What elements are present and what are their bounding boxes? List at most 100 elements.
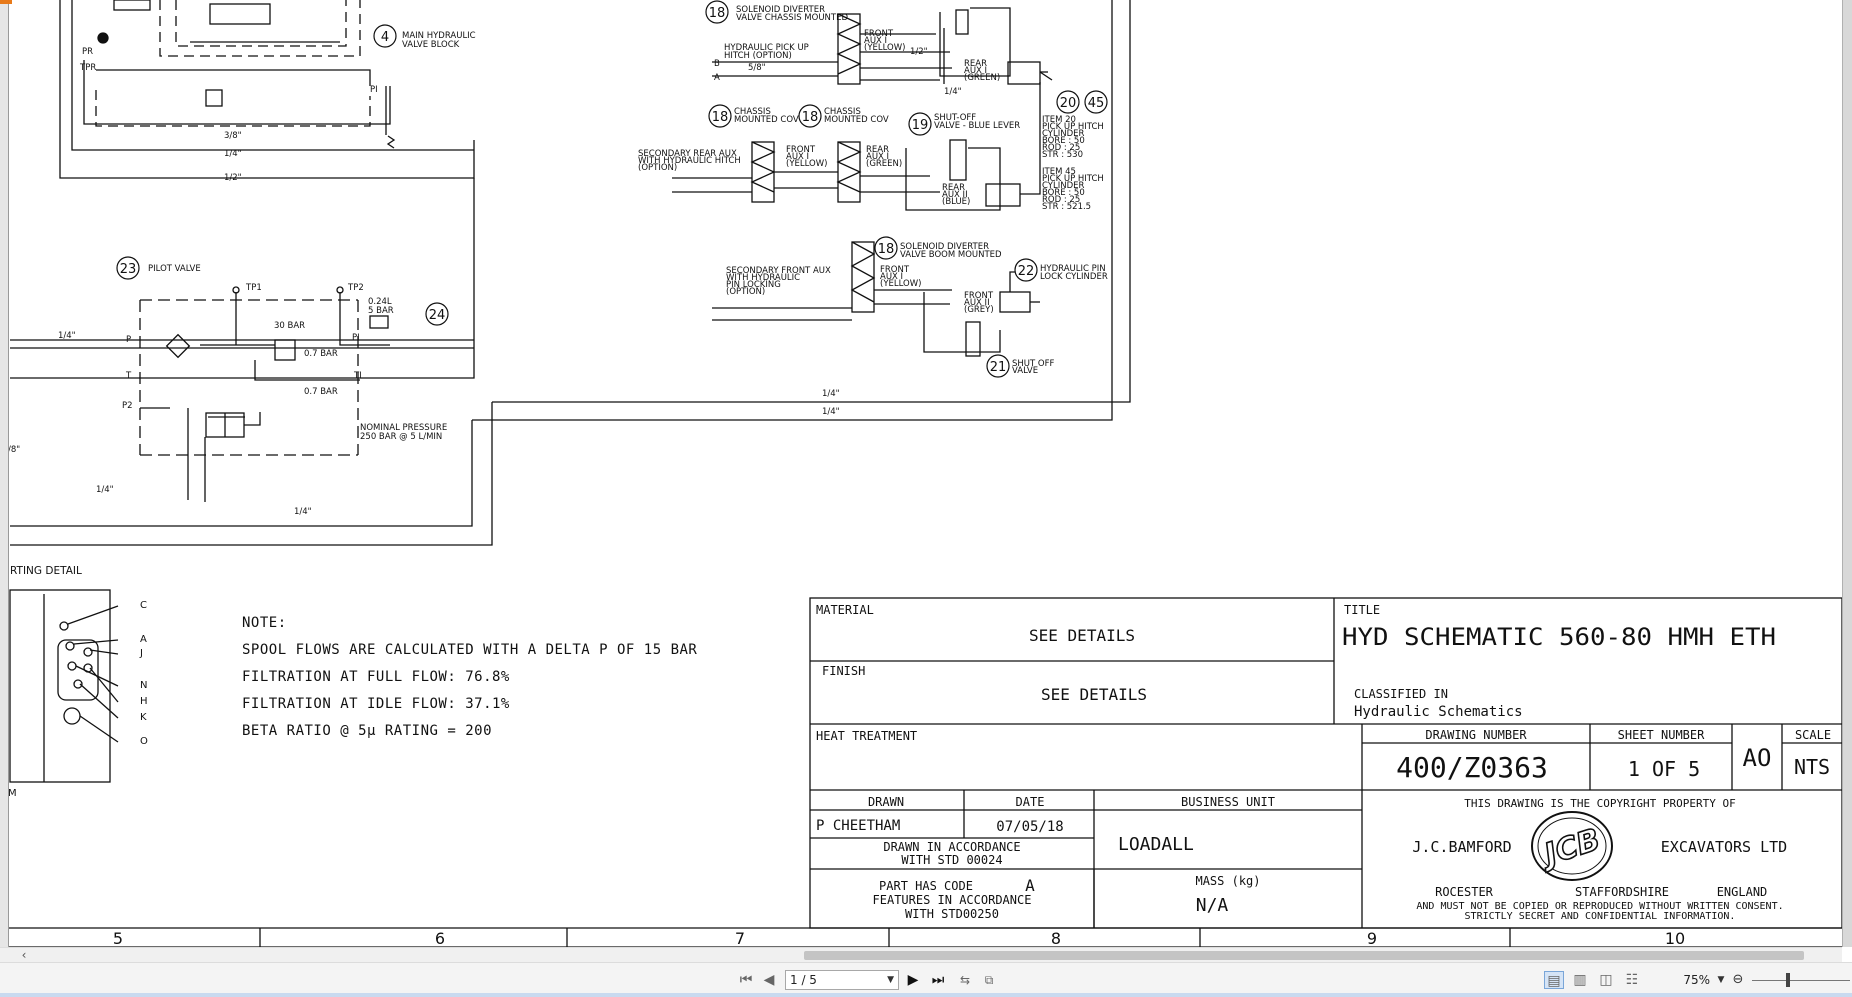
continuous-view-icon[interactable]: ▥ (1570, 971, 1590, 989)
label-accumulator-2: 5 BAR (368, 306, 394, 316)
prev-page-icon[interactable]: ◀ (760, 971, 778, 989)
label-shutoff2-2: VALVE (1012, 366, 1038, 376)
label-p2: P2 (122, 401, 133, 411)
label-hyd-pickup-2: HITCH (OPTION) (724, 51, 792, 61)
zoom-slider[interactable] (1752, 980, 1850, 981)
tb-part-code-3: WITH STD00250 (905, 907, 999, 921)
zoom-slider-handle[interactable] (1786, 973, 1790, 987)
label-bar-07a: 0.7 BAR (304, 349, 338, 359)
tb-loc-3: ENGLAND (1717, 885, 1768, 899)
label-main-valve-block-num: 4 (381, 30, 389, 45)
tb-mass-value: N/A (1196, 895, 1229, 916)
tb-loc-2: STAFFORDSHIRE (1575, 885, 1669, 899)
label-size-38: 3/8" (224, 131, 242, 141)
jcb-logo: JCB (1531, 811, 1613, 881)
label-main-valve-block-2: VALVE BLOCK (402, 40, 460, 50)
label-s58: 5/8" (748, 63, 766, 73)
label-chassis-cov-b-2: MOUNTED COV (824, 115, 889, 125)
label-t: T (125, 371, 132, 381)
drawing-canvas[interactable]: 4 23 24 18 20 45 18 18 19 18 22 21 MAIN … (0, 0, 1852, 947)
left-panel-edge (0, 0, 9, 947)
tb-part-code-2: FEATURES IN ACCORDANCE (873, 893, 1032, 907)
tb-date-value: 07/05/18 (996, 819, 1063, 835)
horizontal-scroll-thumb[interactable] (804, 951, 1804, 960)
label-p: P (126, 335, 131, 345)
rotate-page-icon[interactable]: ⇆ (956, 971, 974, 989)
svg-text:JCB: JCB (1536, 822, 1605, 874)
label-accumulator-num: 24 (429, 308, 446, 323)
zoom-out-icon[interactable]: ⊖ (1730, 971, 1746, 989)
tb-heat-label: HEAT TREATMENT (816, 729, 917, 743)
two-page-view-icon[interactable]: ◫ (1596, 971, 1616, 989)
tb-company-left: J.C.BAMFORD (1412, 838, 1511, 856)
label-div-chassis-2: VALVE CHASSIS MOUNTED (736, 13, 848, 23)
label-size-38b: /8" (8, 445, 20, 455)
label-pilot-valve-num: 23 (120, 262, 137, 277)
label-s12b: 1/2" (910, 47, 928, 57)
two-page-continuous-icon[interactable]: ☷ (1622, 971, 1642, 989)
label-ti: TI (353, 371, 362, 381)
label-s14: 1/4" (944, 87, 962, 97)
label-pin-lock-num: 22 (1018, 264, 1035, 279)
label-size-14a: 1/4" (224, 149, 242, 159)
zoom-dropdown-chevron-icon[interactable]: ▼ (1716, 971, 1726, 989)
zone-number-9: 9 (1367, 929, 1377, 947)
last-page-icon[interactable]: ⏭ (928, 971, 948, 989)
label-div-chassis-num: 18 (709, 6, 726, 21)
label-tp1: TP1 (245, 283, 262, 293)
next-page-icon[interactable]: ▶ (904, 971, 922, 989)
label-port-b: B (714, 59, 720, 69)
label-item45-6: STR : 521.5 (1042, 202, 1091, 212)
label-tp2: TP2 (347, 283, 364, 293)
tb-scale-label: SCALE (1795, 728, 1831, 742)
horizontal-scrollbar[interactable]: ‹ (0, 947, 1842, 962)
zoom-level[interactable]: 75% (1662, 971, 1710, 989)
tb-business-value: LOADALL (1118, 834, 1194, 855)
label-pilot-valve: PILOT VALVE (148, 264, 201, 274)
label-pin-lock-2: LOCK CYLINDER (1040, 272, 1108, 282)
label-secondary-front-4: (OPTION) (726, 287, 765, 297)
label-front-aux-grey-3: (GREY) (964, 305, 994, 315)
page-number-input[interactable]: 1 / 5 ▼ (785, 970, 899, 990)
scroll-left-arrow-icon[interactable]: ‹ (16, 948, 32, 963)
vertical-scrollbar[interactable] (1842, 0, 1852, 947)
label-front-aux-yellow-c-3: (YELLOW) (880, 279, 921, 289)
tb-accord-2: WITH STD 00024 (901, 853, 1002, 867)
label-size-14c: 1/4" (96, 485, 114, 495)
label-chassis-cov-a-2: MOUNTED COV (734, 115, 799, 125)
taskbar-edge (0, 993, 1852, 997)
label-shutoff-2: VALVE - BLUE LEVER (934, 121, 1020, 131)
label-secondary-rear-3: (OPTION) (638, 163, 677, 173)
label-num-20: 20 (1060, 96, 1077, 111)
zone-number-10: 10 (1665, 929, 1685, 947)
zone-number-5: 5 (113, 929, 123, 947)
label-tpr: TPR (79, 63, 96, 73)
label-size-14d: 1/4" (294, 507, 312, 517)
tb-title-label: TITLE (1344, 603, 1380, 617)
zone-number-7: 7 (735, 929, 745, 947)
porting-detail-label: RTING DETAIL (10, 565, 82, 577)
tb-mass-label: MASS (kg) (1195, 874, 1260, 888)
label-nominal-pressure-2: 250 BAR @ 5 L/MIN (360, 432, 442, 442)
tb-title-value: HYD SCHEMATIC 560-80 HMH ETH (1342, 623, 1776, 651)
tb-company-right: EXCAVATORS LTD (1661, 838, 1787, 856)
tb-accord-1: DRAWN IN ACCORDANCE (883, 840, 1020, 854)
label-shutoff-num: 19 (912, 118, 929, 133)
label-pr: PR (82, 47, 93, 57)
label-size-14e: 1/4" (822, 389, 840, 399)
tb-copyright-1: THIS DRAWING IS THE COPYRIGHT PROPERTY O… (1464, 797, 1736, 810)
label-bar-07b: 0.7 BAR (304, 387, 338, 397)
copy-page-icon[interactable]: ⧉ (980, 971, 998, 989)
label-chassis-cov-num-b: 18 (802, 110, 819, 125)
notes-line-3: FILTRATION AT IDLE FLOW: 37.1% (242, 696, 510, 712)
tb-drawn-value: P CHEETHAM (816, 818, 900, 834)
label-front-aux-yellow-3: (YELLOW) (864, 43, 905, 53)
label-front-aux-yellow-b-3: (YELLOW) (786, 159, 827, 169)
chevron-down-icon[interactable]: ▼ (887, 971, 894, 989)
port-letter-h: H (140, 696, 148, 707)
label-size-12: 1/2" (224, 173, 242, 183)
single-page-view-icon[interactable]: ▤ (1544, 971, 1564, 989)
tb-business-label: BUSINESS UNIT (1181, 795, 1275, 809)
port-letter-m: M (8, 788, 17, 799)
first-page-icon[interactable]: ⏮ (736, 971, 756, 989)
